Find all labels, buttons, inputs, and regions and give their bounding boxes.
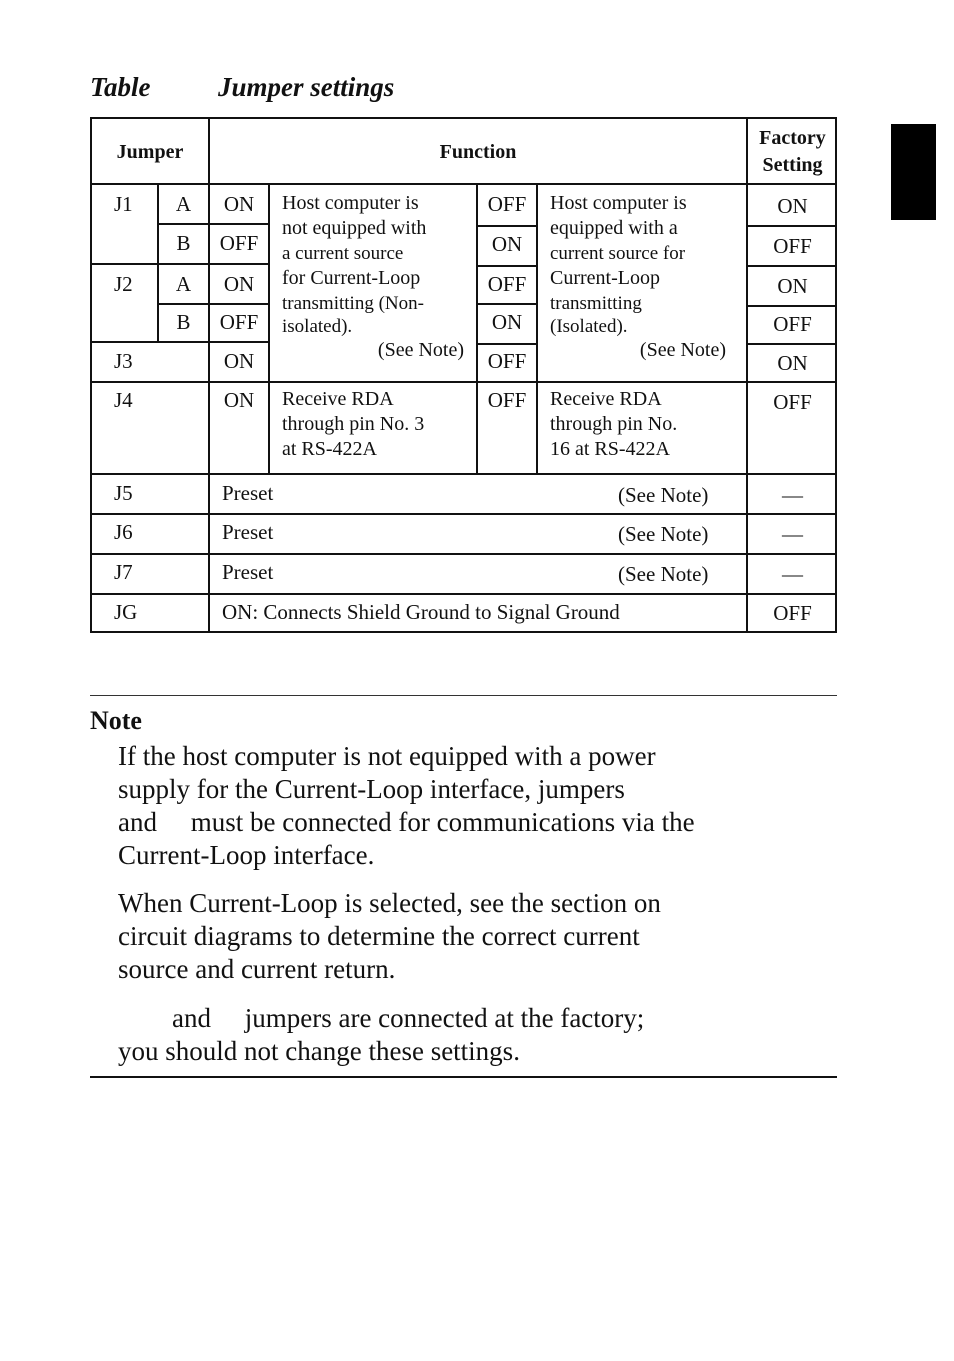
note-divider-top: [90, 695, 837, 696]
isolated-off-description: Host computer is not equipped with a cur…: [270, 191, 476, 363]
jumper-j2: J2: [114, 272, 133, 296]
header-jumper: Jumper: [116, 141, 184, 163]
see-note-link[interactable]: (See Note): [550, 338, 746, 363]
j2b-right-state: ON: [491, 310, 523, 334]
j1b-factory: OFF: [773, 234, 812, 258]
note-divider-bottom: [90, 1076, 837, 1078]
j6-function: Preset: [222, 520, 274, 544]
isolated-on-description: Host computer is equipped with a current…: [538, 191, 746, 363]
table-title: Table Jumper settings: [90, 72, 394, 103]
j1-sub-a: A: [175, 192, 192, 216]
jumper-j4: J4: [114, 388, 133, 412]
table-caption: Jumper settings: [218, 72, 395, 102]
j5-factory: —: [782, 483, 803, 507]
jumper-j1: J1: [114, 192, 133, 216]
j2-sub-a: A: [175, 272, 192, 296]
j5-function: Preset: [222, 481, 274, 505]
j2b-left-state: OFF: [219, 310, 259, 334]
j4-left-state: ON: [223, 388, 255, 412]
j6-factory: —: [782, 522, 803, 546]
jumper-jg: JG: [114, 600, 138, 624]
note-paragraph-3: and jumpers are connected at the factory…: [118, 1003, 645, 1066]
j3-left-state: ON: [223, 349, 255, 373]
j4-left-description: Receive RDA through pin No. 3 at RS-422A: [282, 388, 425, 460]
jumper-j6: J6: [114, 520, 133, 544]
j7-factory: —: [782, 562, 803, 586]
j4-factory: OFF: [773, 390, 812, 414]
note-paragraph-1: If the host computer is not equipped wit…: [118, 741, 695, 870]
j1a-factory: ON: [777, 194, 808, 218]
j2-sub-b: B: [176, 310, 191, 334]
jumper-settings-table: Jumper Function Factory Setting J1 A ON …: [90, 117, 837, 633]
see-note-link[interactable]: (See Note): [618, 521, 708, 547]
note-heading: Note: [90, 706, 142, 735]
jg-function: ON: Connects Shield Ground to Signal Gro…: [222, 600, 620, 624]
j3-right-state: OFF: [487, 349, 527, 373]
j7-function: Preset: [222, 560, 274, 584]
header-factory-line2: Setting: [762, 154, 823, 176]
j1b-left-state: OFF: [219, 231, 259, 255]
see-note-link[interactable]: (See Note): [618, 561, 708, 587]
j4-right-state: OFF: [487, 388, 527, 412]
j1-sub-b: B: [176, 231, 191, 255]
j1b-right-state: ON: [491, 232, 523, 256]
note-paragraph-2: When Current-Loop is selected, see the s…: [118, 888, 661, 984]
j3-factory: ON: [777, 351, 808, 375]
j2a-factory: ON: [777, 274, 808, 298]
table-label: Table: [90, 72, 151, 102]
j2a-right-state: OFF: [487, 272, 527, 296]
header-factory-line1: Factory: [759, 127, 826, 149]
jumper-j7: J7: [114, 560, 133, 584]
jg-factory: OFF: [773, 601, 812, 625]
j2a-left-state: ON: [223, 272, 255, 296]
header-function: Function: [439, 141, 517, 163]
jumper-j5: J5: [114, 481, 133, 505]
j2b-factory: OFF: [773, 312, 812, 336]
see-note-link[interactable]: (See Note): [618, 482, 708, 508]
section-tab-marker: [891, 124, 936, 220]
j1a-left-state: ON: [223, 192, 255, 216]
jumper-j3: J3: [114, 349, 133, 373]
see-note-link[interactable]: (See Note): [282, 338, 476, 363]
j1a-right-state: OFF: [487, 192, 527, 216]
j4-right-description: Receive RDA through pin No. 16 at RS-422…: [550, 388, 678, 460]
